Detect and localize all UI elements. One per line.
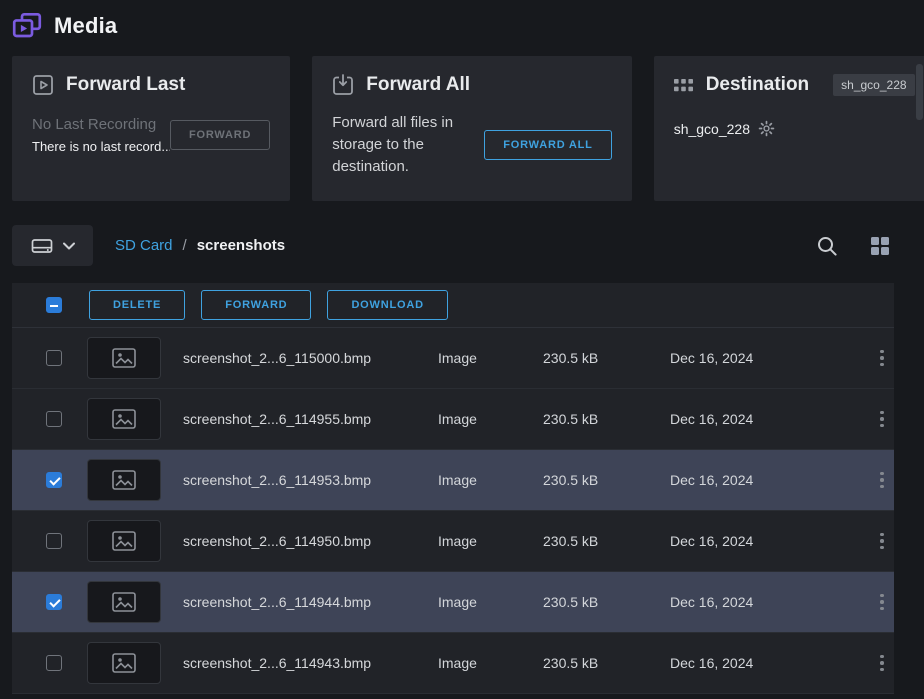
file-date: Dec 16, 2024	[670, 655, 870, 671]
file-type: Image	[438, 655, 543, 671]
row-checkbox[interactable]	[46, 655, 62, 671]
file-name: screenshot_2...6_114944.bmp	[183, 594, 438, 610]
file-name: screenshot_2...6_114955.bmp	[183, 411, 438, 427]
chevron-down-icon	[63, 242, 75, 250]
import-box-icon	[332, 74, 354, 96]
table-row[interactable]: screenshot_2...6_115000.bmp Image 230.5 …	[12, 328, 894, 389]
file-type: Image	[438, 411, 543, 427]
forward-last-card: Forward Last No Last Recording There is …	[12, 56, 290, 201]
app-header: Media	[0, 0, 924, 48]
file-name: screenshot_2...6_114950.bmp	[183, 533, 438, 549]
image-icon	[112, 348, 136, 368]
file-table: DELETE FORWARD DOWNLOAD screenshot_2...6…	[12, 283, 894, 694]
forward-all-description: Forward all files in storage to the dest…	[332, 112, 484, 177]
search-button[interactable]	[812, 231, 842, 261]
file-thumbnail	[87, 520, 161, 562]
breadcrumb-separator: /	[183, 237, 187, 254]
forward-all-button[interactable]: FORWARD ALL	[484, 130, 611, 160]
file-size: 230.5 kB	[543, 472, 670, 488]
no-recording-status: No Last Recording	[32, 116, 170, 133]
scrollbar-thumb[interactable]	[916, 64, 923, 120]
file-date: Dec 16, 2024	[670, 472, 870, 488]
file-size: 230.5 kB	[543, 594, 670, 610]
download-button[interactable]: DOWNLOAD	[327, 290, 447, 320]
grid-view-toggle[interactable]	[866, 232, 894, 260]
file-type: Image	[438, 594, 543, 610]
forward-last-title: Forward Last	[66, 74, 185, 96]
file-type: Image	[438, 350, 543, 366]
delete-button[interactable]: DELETE	[89, 290, 185, 320]
forward-last-text: No Last Recording There is no last recor…	[32, 116, 170, 154]
row-checkbox[interactable]	[46, 472, 62, 488]
row-menu-button[interactable]	[870, 527, 894, 556]
file-name: screenshot_2...6_114943.bmp	[183, 655, 438, 671]
file-size: 230.5 kB	[543, 655, 670, 671]
table-row[interactable]: screenshot_2...6_114953.bmp Image 230.5 …	[12, 450, 894, 511]
file-thumbnail	[87, 642, 161, 684]
table-row[interactable]: screenshot_2...6_114944.bmp Image 230.5 …	[12, 572, 894, 633]
image-icon	[112, 653, 136, 673]
play-square-icon	[32, 74, 54, 96]
file-name: screenshot_2...6_115000.bmp	[183, 350, 438, 366]
grid-view-icon	[870, 236, 890, 256]
grid-dots-icon	[674, 78, 694, 93]
media-library-icon	[12, 12, 42, 40]
file-thumbnail	[87, 459, 161, 501]
breadcrumb-sd-card-link[interactable]: SD Card	[115, 237, 173, 254]
row-menu-button[interactable]	[870, 588, 894, 617]
forward-all-card: Forward All Forward all files in storage…	[312, 56, 631, 201]
table-row[interactable]: screenshot_2...6_114955.bmp Image 230.5 …	[12, 389, 894, 450]
table-row[interactable]: screenshot_2...6_114950.bmp Image 230.5 …	[12, 511, 894, 572]
file-name: screenshot_2...6_114953.bmp	[183, 472, 438, 488]
row-checkbox[interactable]	[46, 411, 62, 427]
file-toolbar: SD Card / screenshots	[12, 225, 894, 266]
forward-button[interactable]: FORWARD	[201, 290, 311, 320]
page-title: Media	[54, 13, 117, 39]
forward-all-title: Forward All	[366, 74, 470, 96]
row-menu-button[interactable]	[870, 466, 894, 495]
row-menu-button[interactable]	[870, 405, 894, 434]
destination-card: Destination sh_gco_228 sh_gco_228	[654, 56, 924, 201]
image-icon	[112, 470, 136, 490]
breadcrumb-current-folder: screenshots	[197, 237, 285, 254]
file-type: Image	[438, 472, 543, 488]
breadcrumb: SD Card / screenshots	[115, 237, 285, 254]
row-menu-button[interactable]	[870, 344, 894, 373]
file-size: 230.5 kB	[543, 411, 670, 427]
no-recording-note: There is no last record...	[32, 139, 170, 154]
destination-device-name: sh_gco_228	[674, 121, 750, 137]
destination-title: Destination	[706, 74, 809, 96]
table-row[interactable]: screenshot_2...6_114943.bmp Image 230.5 …	[12, 633, 894, 694]
search-icon	[816, 235, 838, 257]
image-icon	[112, 592, 136, 612]
file-type: Image	[438, 533, 543, 549]
forward-button-disabled[interactable]: FORWARD	[170, 120, 270, 150]
file-date: Dec 16, 2024	[670, 350, 870, 366]
file-thumbnail	[87, 337, 161, 379]
file-date: Dec 16, 2024	[670, 594, 870, 610]
image-icon	[112, 531, 136, 551]
storage-select-dropdown[interactable]	[12, 225, 93, 266]
row-checkbox[interactable]	[46, 533, 62, 549]
row-checkbox[interactable]	[46, 350, 62, 366]
file-thumbnail	[87, 398, 161, 440]
row-checkbox[interactable]	[46, 594, 62, 610]
file-thumbnail	[87, 581, 161, 623]
gear-icon[interactable]	[758, 120, 775, 137]
row-menu-button[interactable]	[870, 649, 894, 678]
select-all-checkbox[interactable]	[46, 297, 62, 313]
file-date: Dec 16, 2024	[670, 533, 870, 549]
sd-card-drive-icon	[31, 237, 53, 255]
image-icon	[112, 409, 136, 429]
file-size: 230.5 kB	[543, 350, 670, 366]
bulk-action-bar: DELETE FORWARD DOWNLOAD	[12, 283, 894, 328]
destination-badge: sh_gco_228	[833, 74, 914, 96]
file-size: 230.5 kB	[543, 533, 670, 549]
file-date: Dec 16, 2024	[670, 411, 870, 427]
summary-cards: Forward Last No Last Recording There is …	[12, 56, 910, 201]
